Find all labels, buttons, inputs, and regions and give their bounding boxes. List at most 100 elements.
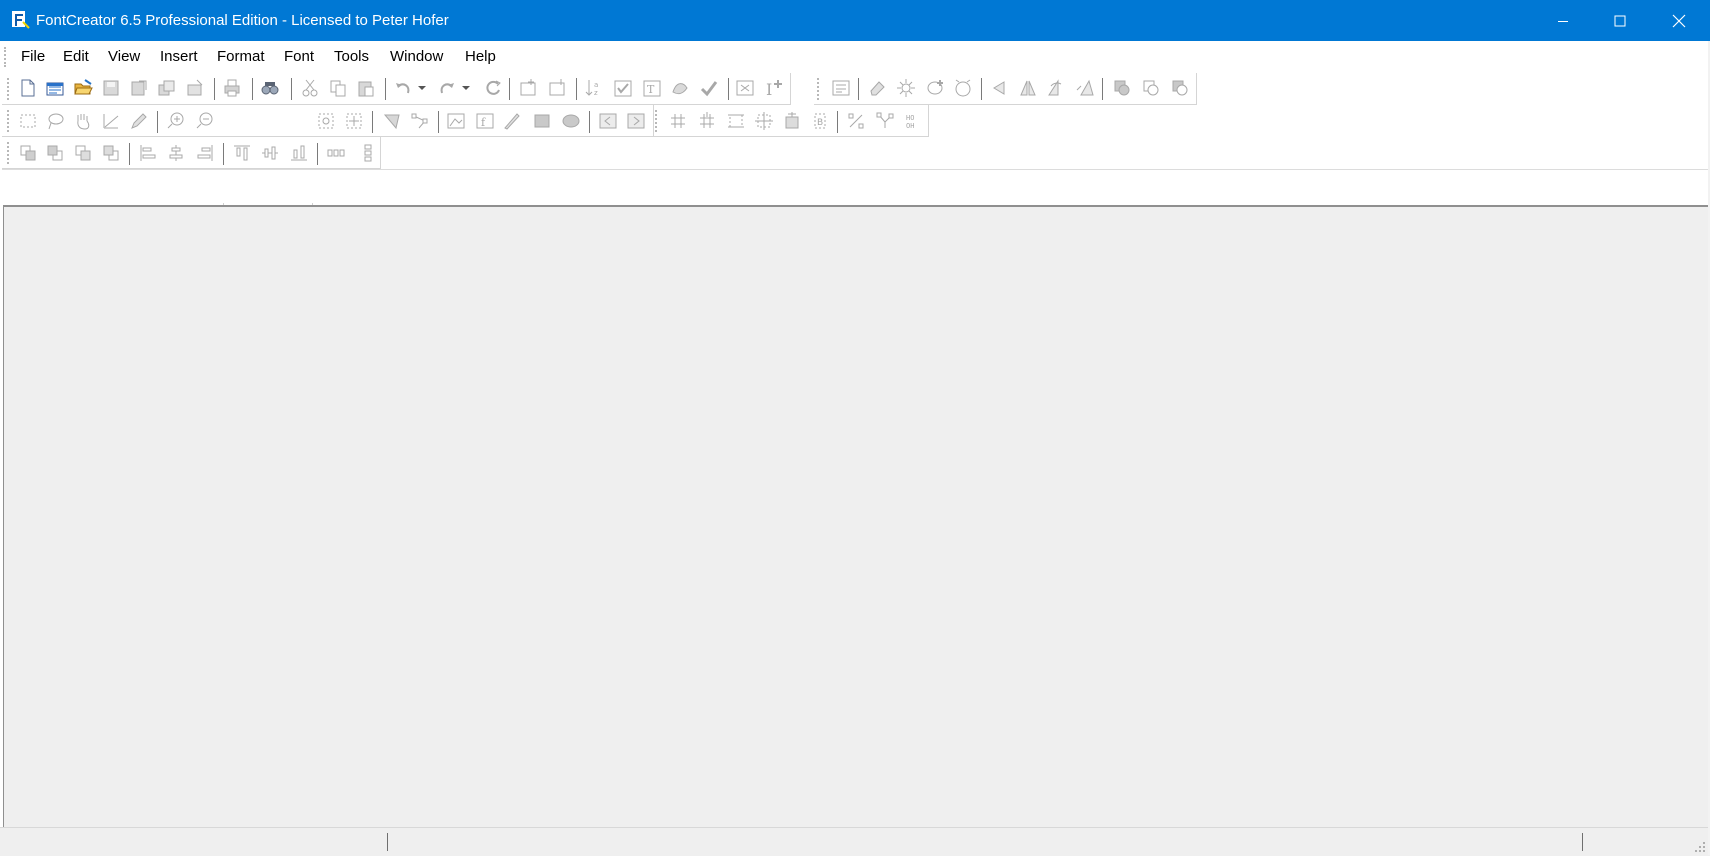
toolbar-area: az T I f B HO OH	[2, 73, 1708, 210]
menu-format[interactable]: Format	[217, 42, 265, 72]
send-back-icon	[103, 145, 119, 161]
grid-icon	[671, 114, 685, 128]
menubar-grip[interactable]	[4, 47, 8, 67]
fit-window-icon	[346, 113, 362, 129]
validate-icon	[614, 80, 632, 97]
find-icon[interactable]	[260, 78, 280, 98]
align-right-icon	[197, 145, 213, 161]
menu-window[interactable]: Window	[390, 42, 443, 72]
menu-help[interactable]: Help	[465, 42, 496, 72]
print-icon	[224, 79, 240, 97]
subtract-icon	[1172, 80, 1188, 96]
menu-view[interactable]: View	[108, 42, 140, 72]
new-font-icon[interactable]	[18, 78, 38, 98]
drawing-toolbar-grip[interactable]	[7, 110, 11, 132]
rotate-icon	[1048, 79, 1062, 96]
bring-forward-icon	[47, 145, 63, 161]
percent-icon	[848, 113, 864, 129]
previous-glyph-icon	[599, 113, 617, 129]
next-glyph-icon	[627, 113, 645, 129]
transform-icon	[672, 83, 688, 95]
refresh-icon	[486, 80, 501, 95]
window-title: FontCreator 6.5 Professional Edition - L…	[36, 12, 449, 29]
sort-icon: az	[585, 80, 598, 97]
insert-glyph-icon	[520, 79, 536, 96]
preview-icon	[736, 80, 754, 96]
zoom-out-icon	[196, 112, 213, 129]
new-font-list-icon[interactable]	[45, 78, 65, 98]
menu-file[interactable]: File	[21, 42, 45, 72]
minimize-icon	[1558, 20, 1568, 22]
arrange-toolbar-grip[interactable]	[7, 142, 11, 164]
function-icon: f	[476, 113, 494, 129]
baseline-icon: B	[814, 113, 826, 129]
align-middle-icon	[262, 146, 278, 160]
close-font-icon	[187, 79, 203, 96]
add-node-icon	[927, 80, 943, 95]
menu-edit[interactable]: Edit	[63, 42, 89, 72]
toolbar-separator	[317, 143, 318, 165]
send-backward-icon	[75, 145, 91, 161]
toolbar-separator	[1102, 78, 1103, 100]
image-icon	[447, 113, 465, 129]
svg-text:a: a	[594, 81, 598, 89]
select-rect-icon	[20, 114, 36, 128]
insert-character-icon	[549, 79, 565, 96]
close-button[interactable]	[1650, 0, 1708, 41]
metrics-icon: HOOH	[906, 114, 914, 130]
pen-icon	[131, 113, 147, 129]
toolbar-separator	[372, 111, 373, 133]
font-tools-toolbar-grip[interactable]	[817, 78, 821, 100]
node-tool-icon	[411, 113, 428, 129]
svg-text:B: B	[817, 118, 823, 128]
undo-icon	[396, 83, 410, 94]
zoom-in-icon	[167, 112, 184, 129]
lasso-icon	[48, 113, 64, 130]
paste-icon	[358, 81, 374, 97]
menu-bar: File Edit View Insert Format Font Tools …	[2, 42, 1708, 72]
toolbar-separator	[214, 78, 215, 100]
mirror-icon	[1020, 80, 1036, 96]
grid-toolbar-grip[interactable]	[655, 110, 659, 132]
eraser-icon	[870, 81, 885, 96]
rectangle-icon	[534, 114, 550, 128]
open-folder-icon[interactable]	[73, 78, 93, 98]
menu-insert[interactable]: Insert	[160, 42, 198, 72]
resize-grip-icon[interactable]	[1694, 841, 1706, 853]
distribute-horizontal-icon	[327, 149, 345, 157]
status-panel-right	[1586, 828, 1696, 856]
status-separator	[1582, 833, 1583, 851]
mdi-workspace[interactable]	[3, 205, 1708, 828]
insert-text-icon: I	[766, 80, 782, 98]
align-top-icon	[234, 145, 250, 161]
maximize-icon	[1614, 15, 1626, 26]
union-icon	[1114, 80, 1130, 96]
save-all-icon	[158, 80, 175, 96]
distribute-vertical-icon	[364, 144, 372, 162]
minimize-button[interactable]	[1534, 0, 1592, 41]
title-bar: FontCreator 6.5 Professional Edition - L…	[0, 0, 1710, 41]
toolbar-separator	[837, 111, 838, 133]
status-panel-main	[4, 828, 388, 856]
status-separator	[387, 833, 388, 851]
zoom-select-icon	[318, 113, 334, 129]
menu-tools[interactable]: Tools	[334, 42, 369, 72]
toolbar-separator	[252, 78, 253, 100]
maximize-button[interactable]	[1591, 0, 1649, 41]
svg-text:z: z	[594, 89, 598, 97]
redo-icon	[440, 83, 454, 94]
standard-toolbar-grip[interactable]	[7, 78, 11, 100]
app-icon[interactable]	[11, 10, 30, 30]
smooth-icon	[955, 79, 971, 97]
grid-add-icon	[700, 112, 714, 128]
bounding-box-icon	[755, 112, 773, 130]
toolbar-separator	[728, 78, 729, 100]
toolbar-separator	[438, 111, 439, 133]
menu-font[interactable]: Font	[284, 42, 314, 72]
svg-text:I: I	[766, 80, 772, 98]
align-left-icon	[140, 145, 156, 161]
hand-icon	[77, 114, 90, 130]
toolbar-separator	[981, 78, 982, 100]
toolbar-separator	[223, 143, 224, 165]
toolbar-separator	[129, 143, 130, 165]
